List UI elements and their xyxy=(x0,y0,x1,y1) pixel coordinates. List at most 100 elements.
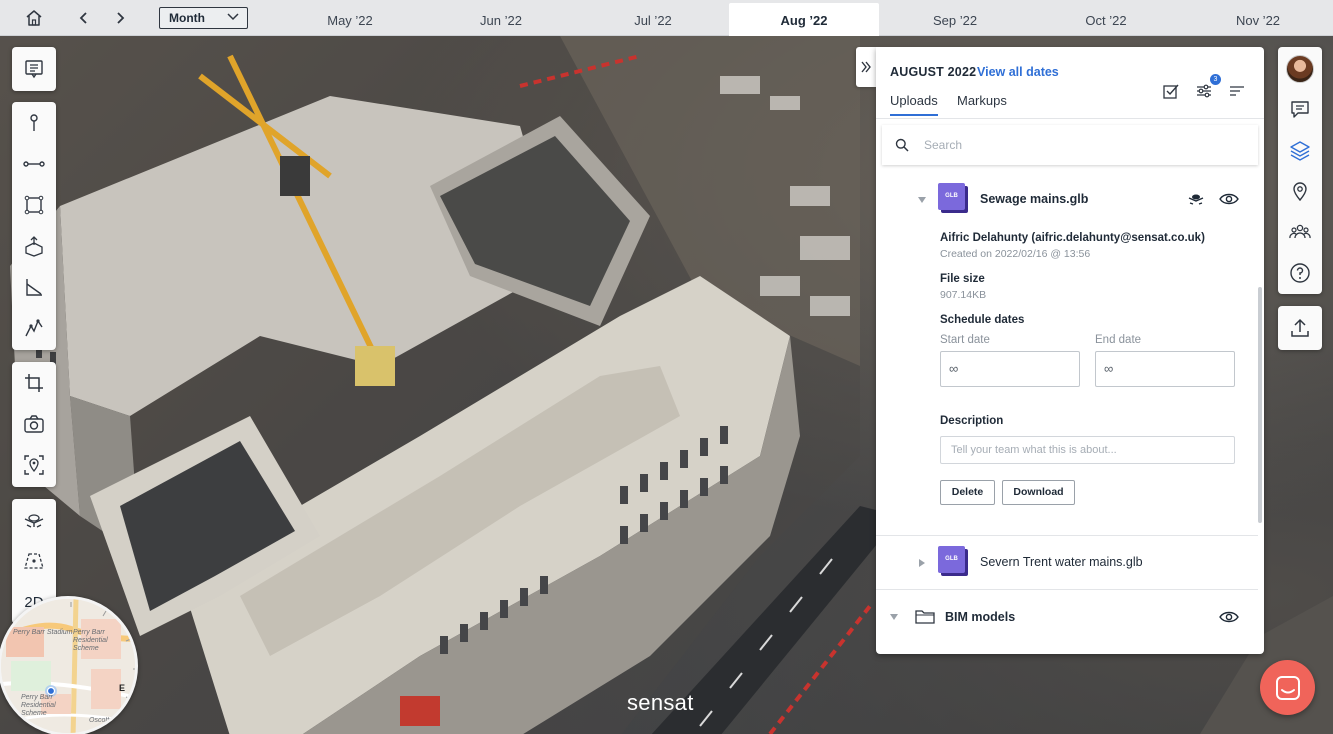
tab-uploads[interactable]: Uploads xyxy=(890,93,938,116)
map-label-residential-2: Perry Barr Residential Scheme xyxy=(21,694,56,717)
month-jul-2022[interactable]: Jul ’22 xyxy=(578,3,728,35)
upload-icon xyxy=(1291,318,1309,337)
divider xyxy=(876,589,1258,590)
file-size-label: File size xyxy=(940,273,985,285)
help-icon xyxy=(1290,263,1310,283)
camera-icon xyxy=(24,415,44,433)
select-button[interactable] xyxy=(1160,80,1182,102)
collapse-panel-button[interactable] xyxy=(856,47,876,87)
team-button[interactable] xyxy=(1278,212,1322,252)
home-icon[interactable] xyxy=(23,7,45,29)
glb-file-icon: GLB xyxy=(938,183,968,214)
crop-icon xyxy=(25,374,43,392)
file-size-value: 907.14KB xyxy=(940,289,987,301)
point-tool[interactable] xyxy=(12,104,56,142)
comment-icon xyxy=(1291,101,1309,118)
angle-tool[interactable] xyxy=(12,268,56,306)
help-button[interactable] xyxy=(1278,253,1322,293)
perspective-tool[interactable] xyxy=(12,542,56,580)
pin-icon xyxy=(30,114,38,131)
visibility-toggle[interactable] xyxy=(1218,188,1240,210)
team-icon xyxy=(1289,224,1311,239)
tab-markups[interactable]: Markups xyxy=(957,93,1007,114)
caret-right-icon[interactable] xyxy=(917,558,927,568)
start-date-label: Start date xyxy=(940,334,990,346)
end-date-input[interactable]: ∞ xyxy=(1095,351,1235,387)
schedule-dates-label: Schedule dates xyxy=(940,314,1025,326)
locations-button[interactable] xyxy=(1278,171,1322,211)
panel-date-heading: AUGUST 2022 xyxy=(890,65,977,79)
divider xyxy=(876,535,1258,536)
perspective-icon xyxy=(24,553,44,569)
area-square-icon xyxy=(24,195,44,215)
volume-tool[interactable] xyxy=(12,227,56,265)
measure-toolbar xyxy=(12,102,56,350)
view-all-dates-link[interactable]: View all dates xyxy=(977,65,1059,79)
map-label-stadium: Perry Barr Stadium xyxy=(13,629,73,636)
annotations-toolbar xyxy=(12,47,56,91)
search-input[interactable] xyxy=(924,135,1244,155)
annotation-tool[interactable] xyxy=(12,50,56,88)
file-name[interactable]: Severn Trent water mains.glb xyxy=(980,555,1143,569)
layers-button[interactable] xyxy=(1278,130,1322,170)
fly-mode-tool[interactable] xyxy=(12,501,56,539)
eye-icon xyxy=(1219,611,1239,623)
file-name[interactable]: Sewage mains.glb xyxy=(980,192,1088,206)
avatar xyxy=(1286,55,1314,83)
previous-arrow-icon[interactable] xyxy=(73,7,95,29)
caret-down-icon[interactable] xyxy=(889,612,899,622)
drone-fly-icon xyxy=(1188,194,1204,205)
elevation-profile-icon xyxy=(25,319,43,337)
panel-header: AUGUST 2022 View all dates Uploads Marku… xyxy=(876,47,1264,119)
next-arrow-icon[interactable] xyxy=(109,7,131,29)
profile-tool[interactable] xyxy=(12,309,56,347)
panel-scrollbar[interactable] xyxy=(1258,287,1262,523)
line-measure-icon xyxy=(23,161,45,167)
fly-to-button[interactable] xyxy=(1185,188,1207,210)
distance-tool[interactable] xyxy=(12,145,56,183)
eye-icon xyxy=(1219,193,1239,205)
location-frame-icon xyxy=(24,455,44,475)
download-button[interactable]: Download xyxy=(1002,480,1075,505)
map-label-residential-1: Perry Barr Residential Scheme xyxy=(73,629,108,652)
annotation-icon xyxy=(25,60,43,79)
search-icon xyxy=(895,138,909,152)
angle-icon xyxy=(26,279,42,296)
month-sep-2022[interactable]: Sep ’22 xyxy=(880,3,1030,35)
month-oct-2022[interactable]: Oct ’22 xyxy=(1031,3,1181,35)
upload-button[interactable] xyxy=(1278,306,1322,350)
profile-button[interactable] xyxy=(1278,49,1322,89)
location-capture-tool[interactable] xyxy=(12,446,56,484)
folder-name[interactable]: BIM models xyxy=(945,610,1015,624)
description-label: Description xyxy=(940,415,1004,427)
delete-button[interactable]: Delete xyxy=(940,480,995,505)
search-bar xyxy=(882,125,1258,165)
granularity-value: Month xyxy=(169,11,205,25)
month-aug-2022[interactable]: Aug ’22 xyxy=(729,3,879,36)
month-nov-2022[interactable]: Nov ’22 xyxy=(1183,3,1333,35)
mini-map[interactable]: Perry Barr Stadium Perry Barr Residentia… xyxy=(0,596,138,734)
comments-button[interactable] xyxy=(1278,89,1322,129)
uploader-name: Aifric Delahunty (aifric.delahunty@sensa… xyxy=(940,232,1205,244)
chat-support-button[interactable] xyxy=(1260,660,1315,715)
granularity-select[interactable]: Month xyxy=(159,7,248,29)
description-input[interactable] xyxy=(940,436,1235,464)
folder-icon xyxy=(915,610,935,624)
screenshot-tool[interactable] xyxy=(12,405,56,443)
folder-visibility-toggle[interactable] xyxy=(1218,606,1240,628)
sort-button[interactable] xyxy=(1226,80,1248,102)
sliders-icon xyxy=(1197,84,1211,98)
drone-icon xyxy=(24,514,44,528)
end-date-label: End date xyxy=(1095,334,1142,346)
brand-logo: sensat xyxy=(627,690,694,715)
area-tool[interactable] xyxy=(12,186,56,224)
chat-icon xyxy=(1275,675,1300,700)
start-date-input[interactable]: ∞ xyxy=(940,351,1080,387)
right-toolbar xyxy=(1278,47,1322,294)
month-jun-2022[interactable]: Jun ’22 xyxy=(426,3,576,35)
timeline-bar: Month May ’22 Jun ’22 Jul ’22 Aug ’22 Se… xyxy=(0,0,1333,36)
glb-file-icon: GLB xyxy=(938,546,968,577)
crop-tool[interactable] xyxy=(12,364,56,402)
month-may-2022[interactable]: May ’22 xyxy=(275,3,425,35)
caret-down-icon[interactable] xyxy=(917,195,927,205)
